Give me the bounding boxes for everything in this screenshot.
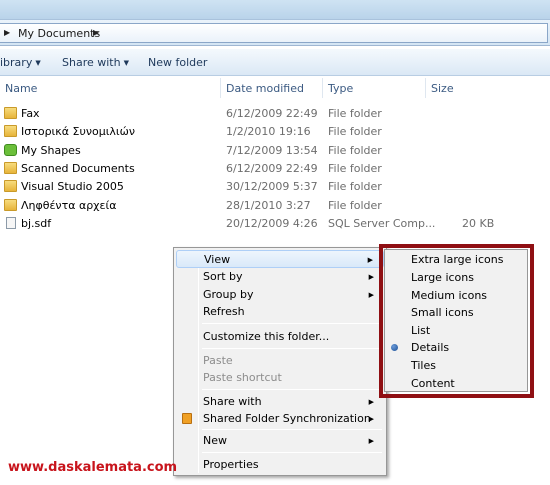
breadcrumb-my-documents[interactable]: My Documents — [18, 27, 100, 40]
submenu-arrow-icon: ▶ — [368, 437, 374, 445]
shapes-folder-icon — [4, 144, 17, 156]
address-bar: ▶ My Documents ▶ — [0, 20, 550, 46]
file-type: SQL Server Comp... — [328, 217, 436, 230]
file-name: Scanned Documents — [21, 162, 135, 175]
menu-item-refresh[interactable]: Refresh — [176, 303, 384, 321]
menu-item-view[interactable]: View ▶ — [176, 250, 384, 268]
dropdown-arrow-icon: ▼ — [123, 59, 129, 67]
submenu-arrow-icon: ▶ — [368, 291, 374, 299]
menu-item-new[interactable]: New ▶ — [176, 432, 384, 450]
menu-separator — [202, 323, 382, 324]
file-row[interactable]: bj.sdf 20/12/2009 4:26 SQL Server Comp..… — [0, 215, 550, 233]
menu-item-label: Shared Folder Synchronization — [203, 412, 371, 425]
context-menu: View ▶ Sort by ▶ Group by ▶ Refresh Cust… — [173, 247, 387, 476]
file-date: 6/12/2009 22:49 — [226, 107, 318, 120]
menu-item-label: Paste — [203, 354, 233, 367]
column-divider[interactable] — [220, 78, 221, 98]
submenu-arrow-icon: ▶ — [367, 256, 373, 264]
file-row[interactable]: Visual Studio 2005 30/12/2009 5:37 File … — [0, 178, 550, 196]
column-divider[interactable] — [322, 78, 323, 98]
menu-item-shared-folder-sync[interactable]: Shared Folder Synchronization ▶ — [176, 410, 384, 428]
new-folder-label: New folder — [148, 56, 208, 69]
sync-icon — [182, 413, 192, 424]
file-type: File folder — [328, 180, 382, 193]
file-date: 7/12/2009 13:54 — [226, 144, 318, 157]
file-type: File folder — [328, 162, 382, 175]
window-top-strip — [0, 0, 550, 20]
file-name: My Shapes — [21, 144, 81, 157]
menu-item-label: View — [204, 253, 231, 266]
column-header-date[interactable]: Date modified — [226, 82, 304, 95]
menu-item-label: Group by — [203, 288, 254, 301]
folder-icon — [4, 162, 17, 174]
menu-item-share-with[interactable]: Share with ▶ — [176, 393, 384, 411]
menu-separator — [202, 452, 382, 453]
menu-item-label: Refresh — [203, 305, 245, 318]
menu-item-sort-by[interactable]: Sort by ▶ — [176, 268, 384, 286]
menu-item-properties[interactable]: Properties — [176, 456, 384, 474]
file-row[interactable]: Ληφθέντα αρχεία 28/1/2010 3:27 File fold… — [0, 197, 550, 215]
file-row[interactable]: My Shapes 7/12/2009 13:54 File folder — [0, 142, 550, 160]
library-label: ibrary — [0, 56, 33, 69]
folder-icon — [4, 180, 17, 192]
menu-separator — [202, 389, 382, 390]
highlight-frame — [379, 244, 534, 398]
file-date: 1/2/2010 19:16 — [226, 125, 311, 138]
menu-separator — [202, 429, 382, 430]
share-with-label: Share with — [62, 56, 121, 69]
file-name: Ληφθέντα αρχεία — [21, 199, 117, 212]
column-divider[interactable] — [425, 78, 426, 98]
menu-item-label: Customize this folder... — [203, 330, 330, 343]
library-button[interactable]: ibrary ▼ — [0, 56, 41, 69]
folder-icon — [4, 107, 17, 119]
menu-item-label: Paste shortcut — [203, 371, 282, 384]
breadcrumb-chevron-icon[interactable]: ▶ — [93, 28, 99, 37]
menu-separator — [202, 348, 382, 349]
menu-item-group-by[interactable]: Group by ▶ — [176, 286, 384, 304]
file-date: 20/12/2009 4:26 — [226, 217, 318, 230]
file-type: File folder — [328, 144, 382, 157]
menu-item-customize[interactable]: Customize this folder... — [176, 328, 384, 346]
column-header-name[interactable]: Name — [5, 82, 37, 95]
menu-item-paste: Paste — [176, 352, 384, 370]
file-type: File folder — [328, 125, 382, 138]
watermark: www.daskalemata.com — [8, 460, 178, 475]
submenu-arrow-icon: ▶ — [368, 398, 374, 406]
file-date: 6/12/2009 22:49 — [226, 162, 318, 175]
file-date: 28/1/2010 3:27 — [226, 199, 311, 212]
file-name: Fax — [21, 107, 40, 120]
file-name: Ιστορικά Συνομιλιών — [21, 125, 136, 138]
column-header-type[interactable]: Type — [328, 82, 353, 95]
menu-item-label: Properties — [203, 458, 259, 471]
submenu-arrow-icon: ▶ — [368, 273, 374, 281]
dropdown-arrow-icon: ▼ — [35, 59, 41, 67]
file-name: Visual Studio 2005 — [21, 180, 124, 193]
command-toolbar: ibrary ▼ Share with ▼ New folder — [0, 49, 550, 76]
column-header-size[interactable]: Size — [431, 82, 454, 95]
file-row[interactable]: Scanned Documents 6/12/2009 22:49 File f… — [0, 160, 550, 178]
file-size: 20 KB — [462, 217, 495, 230]
menu-item-paste-shortcut: Paste shortcut — [176, 369, 384, 387]
file-row[interactable]: Ιστορικά Συνομιλιών 1/2/2010 19:16 File … — [0, 123, 550, 141]
share-with-button[interactable]: Share with ▼ — [62, 56, 129, 69]
file-type: File folder — [328, 199, 382, 212]
file-date: 30/12/2009 5:37 — [226, 180, 318, 193]
folder-icon — [4, 199, 17, 211]
new-folder-button[interactable]: New folder — [148, 56, 207, 69]
submenu-arrow-icon: ▶ — [368, 415, 374, 423]
menu-item-label: Share with — [203, 395, 262, 408]
folder-icon — [4, 125, 17, 137]
database-file-icon — [6, 217, 16, 229]
address-field[interactable]: ▶ My Documents ▶ — [0, 23, 548, 43]
menu-item-label: Sort by — [203, 270, 243, 283]
menu-item-label: New — [203, 434, 227, 447]
file-type: File folder — [328, 107, 382, 120]
file-row[interactable]: Fax 6/12/2009 22:49 File folder — [0, 105, 550, 123]
file-name: bj.sdf — [21, 217, 52, 230]
breadcrumb-arrow-icon[interactable]: ▶ — [4, 28, 10, 37]
